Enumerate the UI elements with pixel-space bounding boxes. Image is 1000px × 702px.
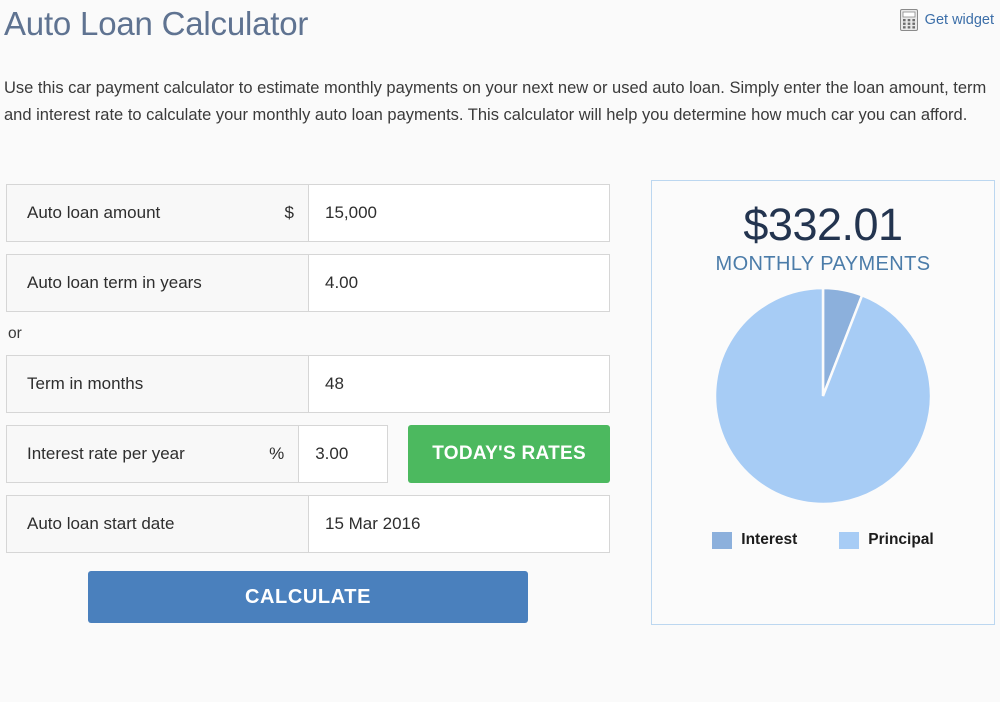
get-widget-label: Get widget [924, 11, 994, 28]
results-panel: $332.01 MONTHLY PAYMENTS Interest Princi… [651, 180, 995, 625]
monthly-payment-caption: MONTHLY PAYMENTS [715, 253, 931, 275]
legend-swatch-interest [712, 531, 733, 549]
unit-percent: % [269, 444, 285, 463]
field-row-start-date: Auto loan start date [6, 495, 610, 553]
intro-description: Use this car payment calculator to estim… [4, 78, 987, 124]
label-text: Term in months [27, 374, 144, 393]
pie-chart-legend: Interest Principal [652, 531, 994, 549]
calculate-button[interactable]: CALCULATE [88, 571, 528, 623]
payment-breakdown-pie-chart [652, 287, 994, 505]
legend-swatch-principal [839, 531, 860, 549]
label-term-years: Auto loan term in years [6, 254, 308, 312]
page-title: Auto Loan Calculator [4, 5, 309, 42]
pie-slice-principal [714, 287, 932, 505]
input-start-date[interactable] [308, 495, 610, 553]
unit-dollar: $ [284, 203, 294, 222]
field-row-loan-amount: Auto loan amount $ [6, 184, 610, 242]
input-term-years[interactable] [308, 254, 610, 312]
input-term-months[interactable] [308, 355, 610, 413]
get-widget-link[interactable]: Get widget [899, 9, 994, 31]
label-text: Auto loan term in years [27, 273, 202, 292]
input-interest-rate[interactable] [298, 425, 389, 483]
field-row-interest-rate: Interest rate per year % TODAY'S RATES [6, 425, 610, 483]
or-separator: or [8, 325, 22, 342]
label-loan-amount: Auto loan amount $ [6, 184, 308, 242]
field-row-term-years: Auto loan term in years [6, 254, 610, 312]
label-interest-rate: Interest rate per year % [6, 425, 299, 483]
page-header: Auto Loan Calculator Get widget [0, 0, 1000, 48]
todays-rates-button[interactable]: TODAY'S RATES [408, 425, 610, 483]
calculator-icon [899, 9, 918, 31]
input-loan-amount[interactable] [308, 184, 610, 242]
label-text: Auto loan start date [27, 514, 175, 533]
legend-item-principal: Principal [839, 531, 934, 549]
label-text: Auto loan amount [27, 203, 161, 222]
legend-label-interest: Interest [741, 531, 798, 548]
label-term-months: Term in months [6, 355, 308, 413]
loan-form: Auto loan amount $ Auto loan term in yea… [6, 184, 610, 623]
legend-label-principal: Principal [868, 531, 934, 548]
legend-item-interest: Interest [712, 531, 797, 549]
monthly-payment-amount: $332.01 [743, 199, 903, 250]
label-text: Interest rate per year [27, 444, 185, 463]
field-row-term-months: Term in months [6, 355, 610, 413]
label-start-date: Auto loan start date [6, 495, 308, 553]
